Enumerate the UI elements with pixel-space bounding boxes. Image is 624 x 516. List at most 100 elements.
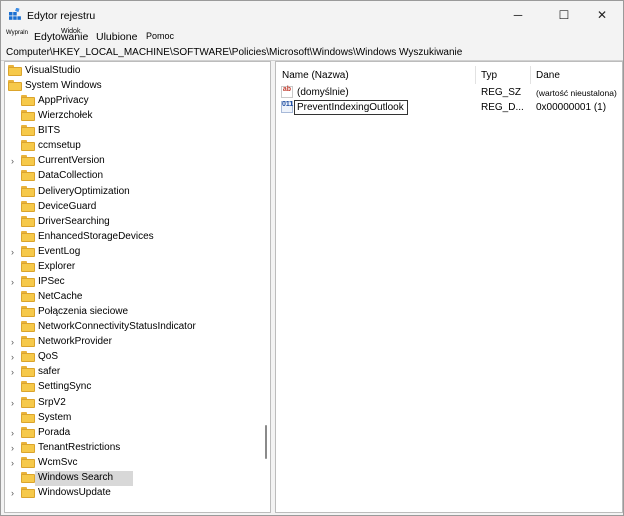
- values-list-pane[interactable]: Name (Nazwa) Typ Dane ab (domyślnie) REG_S…: [275, 61, 623, 513]
- tree-item[interactable]: Połączenia sieciowe: [5, 305, 260, 320]
- tree-item-label: System: [38, 411, 72, 423]
- tree-item[interactable]: NetCache: [5, 290, 260, 305]
- tree-item[interactable]: Explorer: [5, 260, 260, 275]
- tree-item[interactable]: DeviceGuard: [5, 200, 260, 215]
- folder-icon: [21, 471, 35, 483]
- tree-item[interactable]: DriverSearching: [5, 215, 260, 230]
- expand-chevron-icon[interactable]: ›: [11, 458, 19, 468]
- folder-icon: [21, 245, 35, 257]
- tree-item[interactable]: System Windows: [5, 79, 260, 94]
- tree-item[interactable]: NetworkConnectivityStatusIndicator: [5, 320, 260, 335]
- tree-item-label: SettingSync: [38, 381, 92, 393]
- folder-icon: [21, 200, 35, 212]
- value-row[interactable]: 011 PreventIndexingOutlook REG_D... 0x00000…: [276, 100, 622, 115]
- tree-item[interactable]: AppPrivacy: [5, 94, 260, 109]
- tree-item-label: DriverSearching: [38, 215, 110, 227]
- folder-icon: [21, 215, 35, 227]
- tree-item[interactable]: › WindowsUpdate: [5, 486, 260, 501]
- tree-item-label: Porada: [38, 426, 71, 438]
- tree-item[interactable]: BITS: [5, 124, 260, 139]
- title-bar[interactable]: Edytor rejestru ─ ☐ ✕: [1, 1, 623, 28]
- column-header-name[interactable]: Name (Nazwa): [282, 70, 349, 81]
- tree-item[interactable]: › QoS: [5, 350, 260, 365]
- expand-chevron-icon[interactable]: ›: [11, 488, 19, 498]
- tree-item-label: BITS: [38, 125, 61, 137]
- column-header-type[interactable]: Typ: [481, 70, 497, 81]
- tree-item-label: NetCache: [38, 291, 83, 303]
- tree-item-label: QoS: [38, 351, 59, 363]
- binary-value-icon: 011: [281, 101, 293, 113]
- folder-icon: [21, 366, 35, 378]
- folder-icon: [21, 441, 35, 453]
- expand-chevron-icon[interactable]: ›: [11, 367, 19, 377]
- tree-item[interactable]: Windows Search: [5, 470, 260, 486]
- expand-chevron-icon[interactable]: ›: [11, 352, 19, 362]
- column-header-data[interactable]: Dane: [536, 70, 560, 81]
- tree-item[interactable]: DeliveryOptimization: [5, 185, 260, 200]
- tree-item-label: Wierzchołek: [38, 110, 93, 122]
- menu-help[interactable]: Pomoc: [146, 31, 174, 41]
- folder-icon: [8, 80, 22, 92]
- menu-file[interactable]: Wypraln: [6, 30, 28, 36]
- column-divider[interactable]: [475, 66, 476, 84]
- folder-icon: [21, 260, 35, 272]
- tree-item-label: WcmSvc: [38, 456, 78, 468]
- tree-item-label: DeviceGuard: [38, 200, 97, 212]
- expand-chevron-icon[interactable]: ›: [11, 398, 19, 408]
- menu-favorites[interactable]: Ulubione: [96, 31, 137, 43]
- tree-scrollbar[interactable]: [261, 62, 270, 512]
- folder-icon: [21, 170, 35, 182]
- tree-item-label: WindowsUpdate: [38, 486, 111, 498]
- tree-item-label: CurrentVersion: [38, 155, 105, 167]
- values-list-header: Name (Nazwa) Typ Dane: [276, 62, 622, 84]
- tree-item[interactable]: EnhancedStorageDevices: [5, 230, 260, 245]
- folder-icon: [21, 486, 35, 498]
- expand-chevron-icon[interactable]: ›: [11, 443, 19, 453]
- tree-item[interactable]: DataCollection: [5, 169, 260, 184]
- expand-chevron-icon[interactable]: ›: [11, 247, 19, 257]
- tree-item[interactable]: › WcmSvc: [5, 456, 260, 471]
- tree-scrollbar-thumb[interactable]: [265, 425, 267, 459]
- tree-item-label: IPSec: [38, 275, 65, 287]
- tree-item-label: Windows Search: [38, 471, 114, 483]
- tree-item-label: DeliveryOptimization: [38, 185, 130, 197]
- tree-item[interactable]: › TenantRestrictions: [5, 441, 260, 456]
- key-tree-pane[interactable]: VisualStudio System Windows AppPrivacy Wier…: [4, 61, 271, 513]
- tree-item[interactable]: › NetworkProvider: [5, 335, 260, 350]
- column-divider[interactable]: [530, 66, 531, 84]
- minimize-icon: ─: [513, 7, 523, 22]
- tree-item[interactable]: › Porada: [5, 426, 260, 441]
- tree-item-label: EnhancedStorageDevices: [38, 230, 154, 242]
- tree-item[interactable]: SettingSync: [5, 380, 260, 395]
- window-title: Edytor rejestru: [27, 10, 96, 22]
- tree-item[interactable]: Wierzchołek: [5, 109, 260, 124]
- folder-icon: [21, 336, 35, 348]
- tree-item[interactable]: › SrpV2: [5, 396, 260, 411]
- tree-item[interactable]: System: [5, 411, 260, 426]
- tree-item-label: DataCollection: [38, 170, 104, 182]
- expand-chevron-icon[interactable]: ›: [11, 156, 19, 166]
- tree-item[interactable]: › IPSec: [5, 275, 260, 290]
- tree-item[interactable]: ccmsetup: [5, 139, 260, 154]
- tree-item-label: ccmsetup: [38, 140, 81, 152]
- folder-icon: [21, 351, 35, 363]
- value-row[interactable]: ab (domyślnie) REG_SZ (wartość nieustalona): [276, 85, 622, 100]
- folder-icon: [21, 230, 35, 242]
- expand-chevron-icon[interactable]: ›: [11, 337, 19, 347]
- expand-chevron-icon[interactable]: ›: [11, 277, 19, 287]
- tree-item[interactable]: › safer: [5, 365, 260, 380]
- expand-chevron-icon[interactable]: ›: [11, 428, 19, 438]
- tree-item[interactable]: › CurrentVersion: [5, 154, 260, 169]
- folder-icon: [21, 110, 35, 122]
- menu-view[interactable]: Widok: [61, 28, 80, 35]
- address-bar[interactable]: Computer\HKEY_LOCAL_MACHINE\SOFTWARE\Pol…: [1, 45, 623, 61]
- tree-item[interactable]: › EventLog: [5, 245, 260, 260]
- close-button[interactable]: ✕: [579, 1, 624, 28]
- value-name: PreventIndexingOutlook: [297, 102, 404, 113]
- folder-icon: [21, 321, 35, 333]
- value-type: REG_SZ: [481, 87, 522, 98]
- tree-item[interactable]: VisualStudio: [5, 64, 260, 79]
- minimize-button[interactable]: ─: [495, 1, 541, 28]
- tree-item-label: Połączenia sieciowe: [38, 306, 129, 318]
- tree-item-label: SrpV2: [38, 396, 66, 408]
